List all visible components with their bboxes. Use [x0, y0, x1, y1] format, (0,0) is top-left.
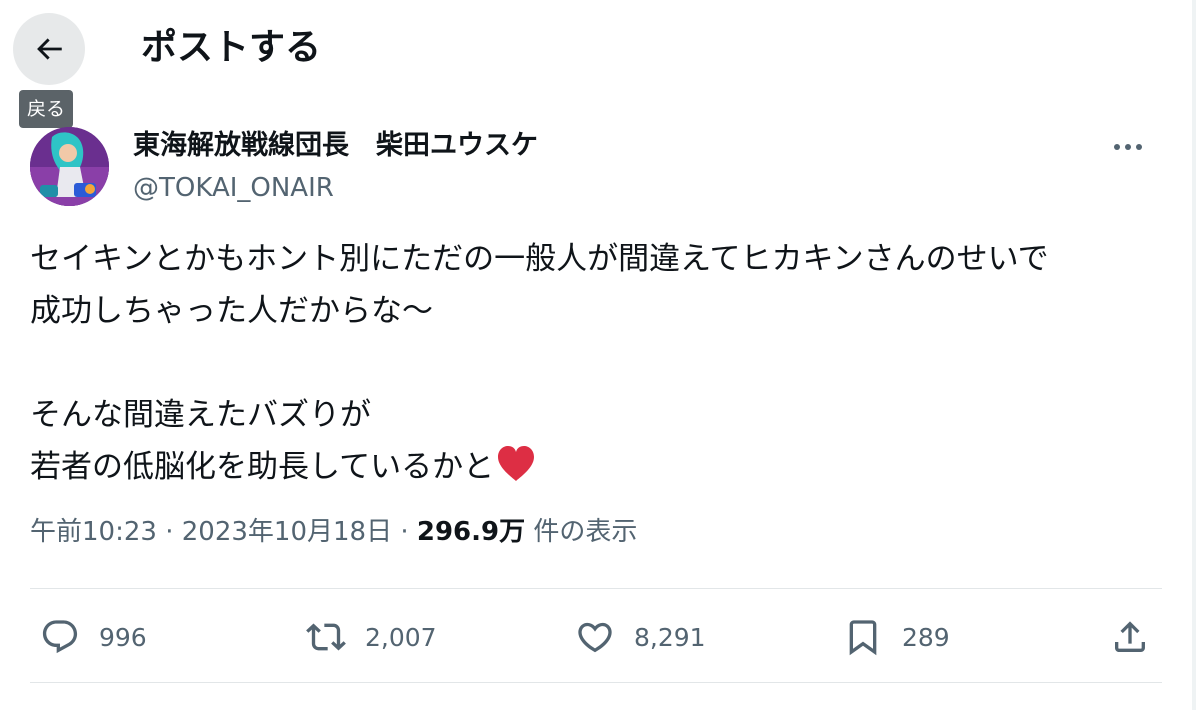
author-handle[interactable]: @TOKAI_ONAIR: [133, 169, 334, 207]
back-tooltip: 戻る: [19, 90, 74, 128]
meta-separator: ·: [156, 517, 182, 547]
avatar-image: [30, 127, 109, 206]
page-title: ポストする: [141, 27, 322, 68]
back-button[interactable]: [13, 13, 85, 85]
meta-separator: ·: [392, 517, 417, 547]
more-dots-icon: [1114, 144, 1142, 150]
more-options-button[interactable]: [1108, 127, 1148, 167]
like-button[interactable]: 8,291: [575, 612, 706, 662]
heart-icon: [578, 622, 612, 653]
post-date[interactable]: 2023年10月18日: [182, 517, 392, 547]
post-text: セイキンとかもホント別にただの一般人が間違えてヒカキンさんのせいで 成功しちゃっ…: [30, 241, 1049, 485]
repost-count: 2,007: [365, 622, 437, 652]
divider-bottom: [30, 682, 1162, 683]
post-time[interactable]: 午前10:23: [30, 517, 157, 547]
reply-button[interactable]: 996: [40, 612, 147, 662]
author-display-name[interactable]: 東海解放戦線団長 柴田ユウスケ: [133, 127, 538, 165]
views-label: 件の表示: [533, 517, 638, 547]
avatar[interactable]: [30, 127, 109, 206]
bookmark-icon: [849, 620, 877, 656]
scrollbar-track: [1192, 0, 1196, 710]
post-text-container: セイキンとかもホント別にただの一般人が間違えてヒカキンさんのせいで 成功しちゃっ…: [30, 233, 1170, 493]
share-button[interactable]: [1110, 612, 1150, 662]
post-meta: 午前10:23 · 2023年10月18日 · 296.9万 件の表示: [30, 512, 637, 552]
share-icon: [1115, 621, 1145, 652]
bookmark-button[interactable]: 289: [843, 612, 950, 662]
divider-top: [30, 588, 1162, 589]
heart-emoji-icon: [496, 445, 536, 483]
bookmark-count: 289: [902, 622, 950, 652]
repost-button[interactable]: 2,007: [306, 612, 437, 662]
like-count: 8,291: [634, 622, 706, 652]
views-count: 296.9万: [416, 517, 526, 547]
reply-icon: [42, 620, 78, 654]
back-arrow-icon: [37, 38, 62, 60]
reply-count: 996: [99, 622, 147, 652]
repost-icon: [306, 623, 346, 651]
